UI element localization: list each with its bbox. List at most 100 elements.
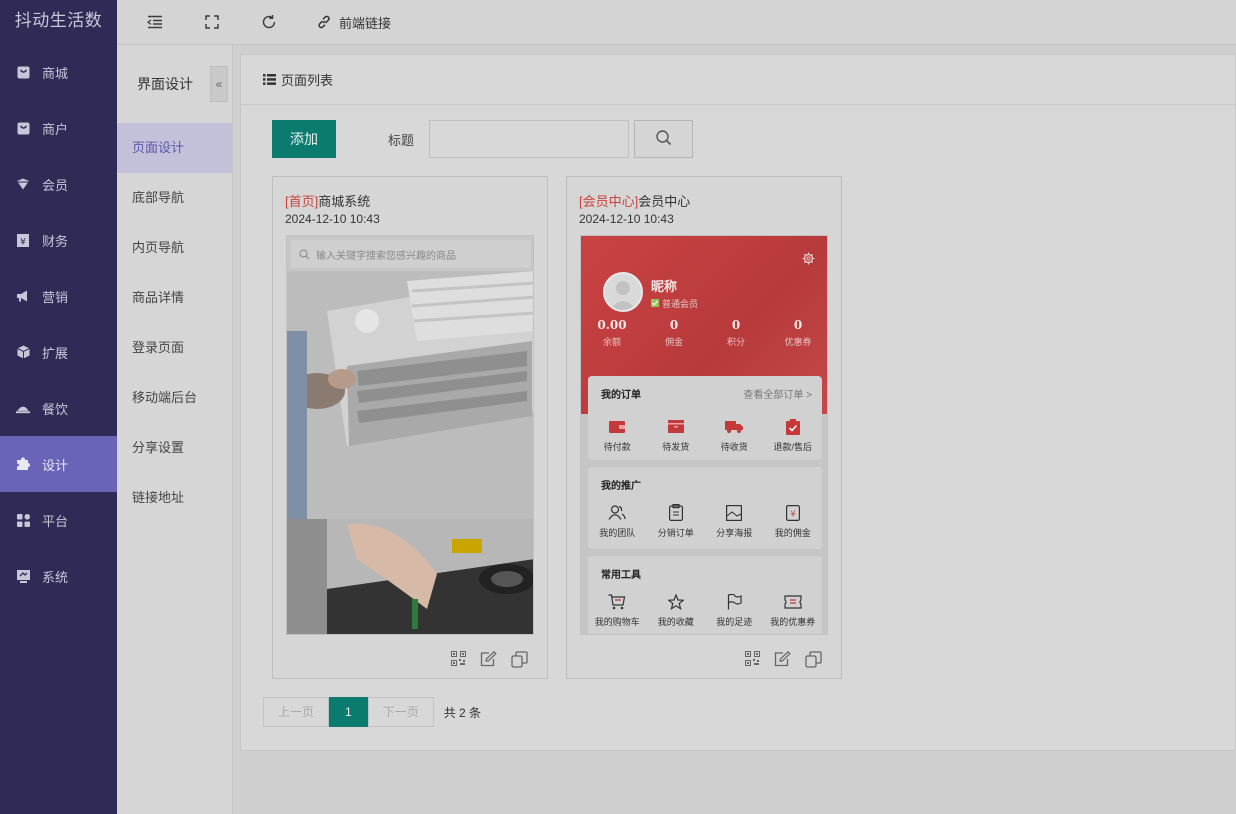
tool-cart[interactable]: 我的购物车 bbox=[588, 593, 647, 628]
pagination: 上一页 1 下一页 共 2 条 bbox=[263, 697, 481, 727]
order-pending-payment[interactable]: 待付款 bbox=[588, 419, 647, 453]
page-list-panel: 页面列表 添加 标题 [首页]商城系统 2024-12-10 10:43 输入关… bbox=[240, 54, 1236, 751]
promo-label: 分享海报 bbox=[716, 528, 753, 538]
stat-value: 0 bbox=[731, 318, 741, 332]
sidebar-item-label: 营销 bbox=[42, 289, 69, 305]
link-icon bbox=[317, 15, 331, 29]
image-icon bbox=[726, 504, 743, 524]
megaphone-icon bbox=[16, 289, 30, 303]
copy-icon[interactable] bbox=[511, 651, 529, 668]
panel-title: 页面列表 bbox=[281, 73, 334, 88]
total-count: 共 2 条 bbox=[443, 705, 482, 720]
cube-icon bbox=[16, 345, 30, 359]
sidebar-item-finance[interactable]: ¥ 财务 bbox=[0, 212, 117, 268]
sidebar-item-design[interactable]: 设计 bbox=[0, 436, 117, 492]
subnav-item-product-detail[interactable]: 商品详情 bbox=[117, 273, 232, 323]
order-pending-shipment[interactable]: 待发货 bbox=[647, 419, 706, 453]
edit-icon[interactable] bbox=[480, 651, 497, 668]
star-icon bbox=[666, 592, 685, 613]
qrcode-icon[interactable] bbox=[745, 651, 760, 668]
common-tools-box: 常用工具 我的购物车 我的收藏 我的足迹 我的优惠券 bbox=[588, 556, 823, 634]
refresh-button[interactable] bbox=[261, 0, 277, 45]
search-button[interactable] bbox=[634, 120, 694, 158]
add-button[interactable]: 添加 bbox=[272, 120, 336, 158]
collapse-subnav-button[interactable]: « bbox=[210, 66, 228, 102]
subnav-item-inner-nav[interactable]: 内页导航 bbox=[117, 223, 232, 273]
card-date: 2024-12-10 10:43 bbox=[579, 212, 674, 226]
sidebar-item-label: 商城 bbox=[42, 65, 69, 81]
sidebar-item-label: 设计 bbox=[42, 457, 69, 473]
sidebar-item-system[interactable]: 系统 bbox=[0, 548, 117, 604]
order-refund[interactable]: 退款/售后 bbox=[764, 418, 823, 453]
box-icon bbox=[667, 420, 684, 436]
order-label: 退款/售后 bbox=[773, 442, 812, 452]
sidebar-item-label: 财务 bbox=[42, 233, 69, 249]
stat-label: 优惠券 bbox=[784, 337, 812, 347]
promo-label: 我的佣金 bbox=[774, 528, 811, 538]
sidebar-item-platform[interactable]: 平台 bbox=[0, 492, 117, 548]
orders-row: 待付款 待发货 待收货 退款/售后 bbox=[588, 418, 823, 453]
avatar bbox=[603, 272, 643, 312]
merchant-icon bbox=[16, 121, 30, 135]
member-icon bbox=[16, 177, 30, 191]
sidebar-item-merchant[interactable]: 商户 bbox=[0, 100, 117, 156]
view-all-orders-link[interactable]: 查看全部订单 > bbox=[743, 386, 812, 401]
subnav-item-page-design[interactable]: 页面设计 bbox=[117, 123, 232, 173]
secondary-nav: 界面设计 « 页面设计 底部导航 内页导航 商品详情 登录页面 移动端后台 分享… bbox=[117, 45, 233, 814]
truck-icon bbox=[725, 420, 744, 436]
sidebar-item-dining[interactable]: 餐饮 bbox=[0, 380, 117, 436]
sidebar-item-member[interactable]: 会员 bbox=[0, 156, 117, 212]
finance-icon: ¥ bbox=[16, 233, 30, 247]
title-search-input[interactable] bbox=[429, 120, 630, 158]
subnav-item-link-address[interactable]: 链接地址 bbox=[117, 473, 232, 523]
promo-commission[interactable]: ¥ 我的佣金 bbox=[764, 504, 823, 539]
subnav-item-mobile-admin[interactable]: 移动端后台 bbox=[117, 373, 232, 423]
sidebar-item-extension[interactable]: 扩展 bbox=[0, 324, 117, 380]
tool-label: 我的足迹 bbox=[716, 617, 753, 627]
tools-row: 我的购物车 我的收藏 我的足迹 我的优惠券 bbox=[588, 592, 823, 628]
sidebar-item-label: 扩展 bbox=[42, 345, 69, 361]
wallet-icon bbox=[609, 420, 626, 436]
promo-poster[interactable]: 分享海报 bbox=[705, 504, 764, 539]
card-actions bbox=[451, 651, 529, 668]
search-icon bbox=[299, 249, 310, 260]
frontend-link-button[interactable]: 前端链接 bbox=[317, 0, 391, 45]
order-pending-receipt[interactable]: 待收货 bbox=[705, 419, 764, 453]
orders-title: 我的订单 bbox=[601, 390, 641, 401]
stat-label: 积分 bbox=[726, 337, 745, 347]
card-preview-member[interactable]: 昵称 普通会员 0.00 余额 0 佣金 0 积分 0 优惠券 我的订单 查看全部订单 … bbox=[580, 235, 828, 635]
prev-page-button[interactable]: 上一页 bbox=[263, 697, 330, 727]
subnav-item-login-page[interactable]: 登录页面 bbox=[117, 323, 232, 373]
dish-icon bbox=[16, 401, 30, 415]
subnav-item-bottom-nav[interactable]: 底部导航 bbox=[117, 173, 232, 223]
toggle-sidebar-button[interactable] bbox=[147, 0, 163, 45]
promotion-row: 我的团队 分销订单 分享海报 ¥ 我的佣金 bbox=[588, 504, 823, 539]
next-page-button[interactable]: 下一页 bbox=[367, 697, 434, 727]
page-card-member: [会员中心]会员中心 2024-12-10 10:43 昵称 普通会员 0.00… bbox=[566, 176, 842, 679]
sidebar-item-label: 商户 bbox=[42, 121, 69, 137]
fullscreen-button[interactable] bbox=[205, 0, 219, 45]
card-preview-home[interactable]: 输入关键字搜索您感兴趣的商品 bbox=[286, 235, 534, 635]
filter-toolbar: 添加 标题 bbox=[272, 119, 694, 159]
preview-search-placeholder: 输入关键字搜索您感兴趣的商品 bbox=[316, 250, 456, 262]
system-icon bbox=[16, 569, 30, 583]
card-date: 2024-12-10 10:43 bbox=[285, 212, 380, 226]
order-label: 待收货 bbox=[720, 442, 748, 452]
frontend-link-label: 前端链接 bbox=[339, 15, 392, 31]
tool-favorites[interactable]: 我的收藏 bbox=[647, 592, 706, 628]
copy-icon[interactable] bbox=[805, 651, 823, 668]
my-promotion-box: 我的推广 我的团队 分销订单 分享海报 ¥ 我的佣金 bbox=[588, 467, 822, 549]
sidebar-item-marketing[interactable]: 营销 bbox=[0, 268, 117, 324]
tool-coupons[interactable]: 我的优惠券 bbox=[764, 594, 823, 628]
promo-orders[interactable]: 分销订单 bbox=[647, 504, 706, 539]
subnav-item-share-settings[interactable]: 分享设置 bbox=[117, 423, 232, 473]
page-1-button[interactable]: 1 bbox=[329, 697, 368, 727]
sidebar-item-shop[interactable]: 商城 bbox=[0, 44, 117, 100]
tool-history[interactable]: 我的足迹 bbox=[705, 593, 764, 628]
qrcode-icon[interactable] bbox=[451, 651, 466, 668]
promo-team[interactable]: 我的团队 bbox=[588, 505, 647, 539]
edit-icon[interactable] bbox=[774, 651, 791, 668]
stat-label: 余额 bbox=[602, 337, 621, 347]
fullscreen-icon bbox=[205, 15, 219, 29]
tool-label: 我的购物车 bbox=[594, 617, 640, 627]
